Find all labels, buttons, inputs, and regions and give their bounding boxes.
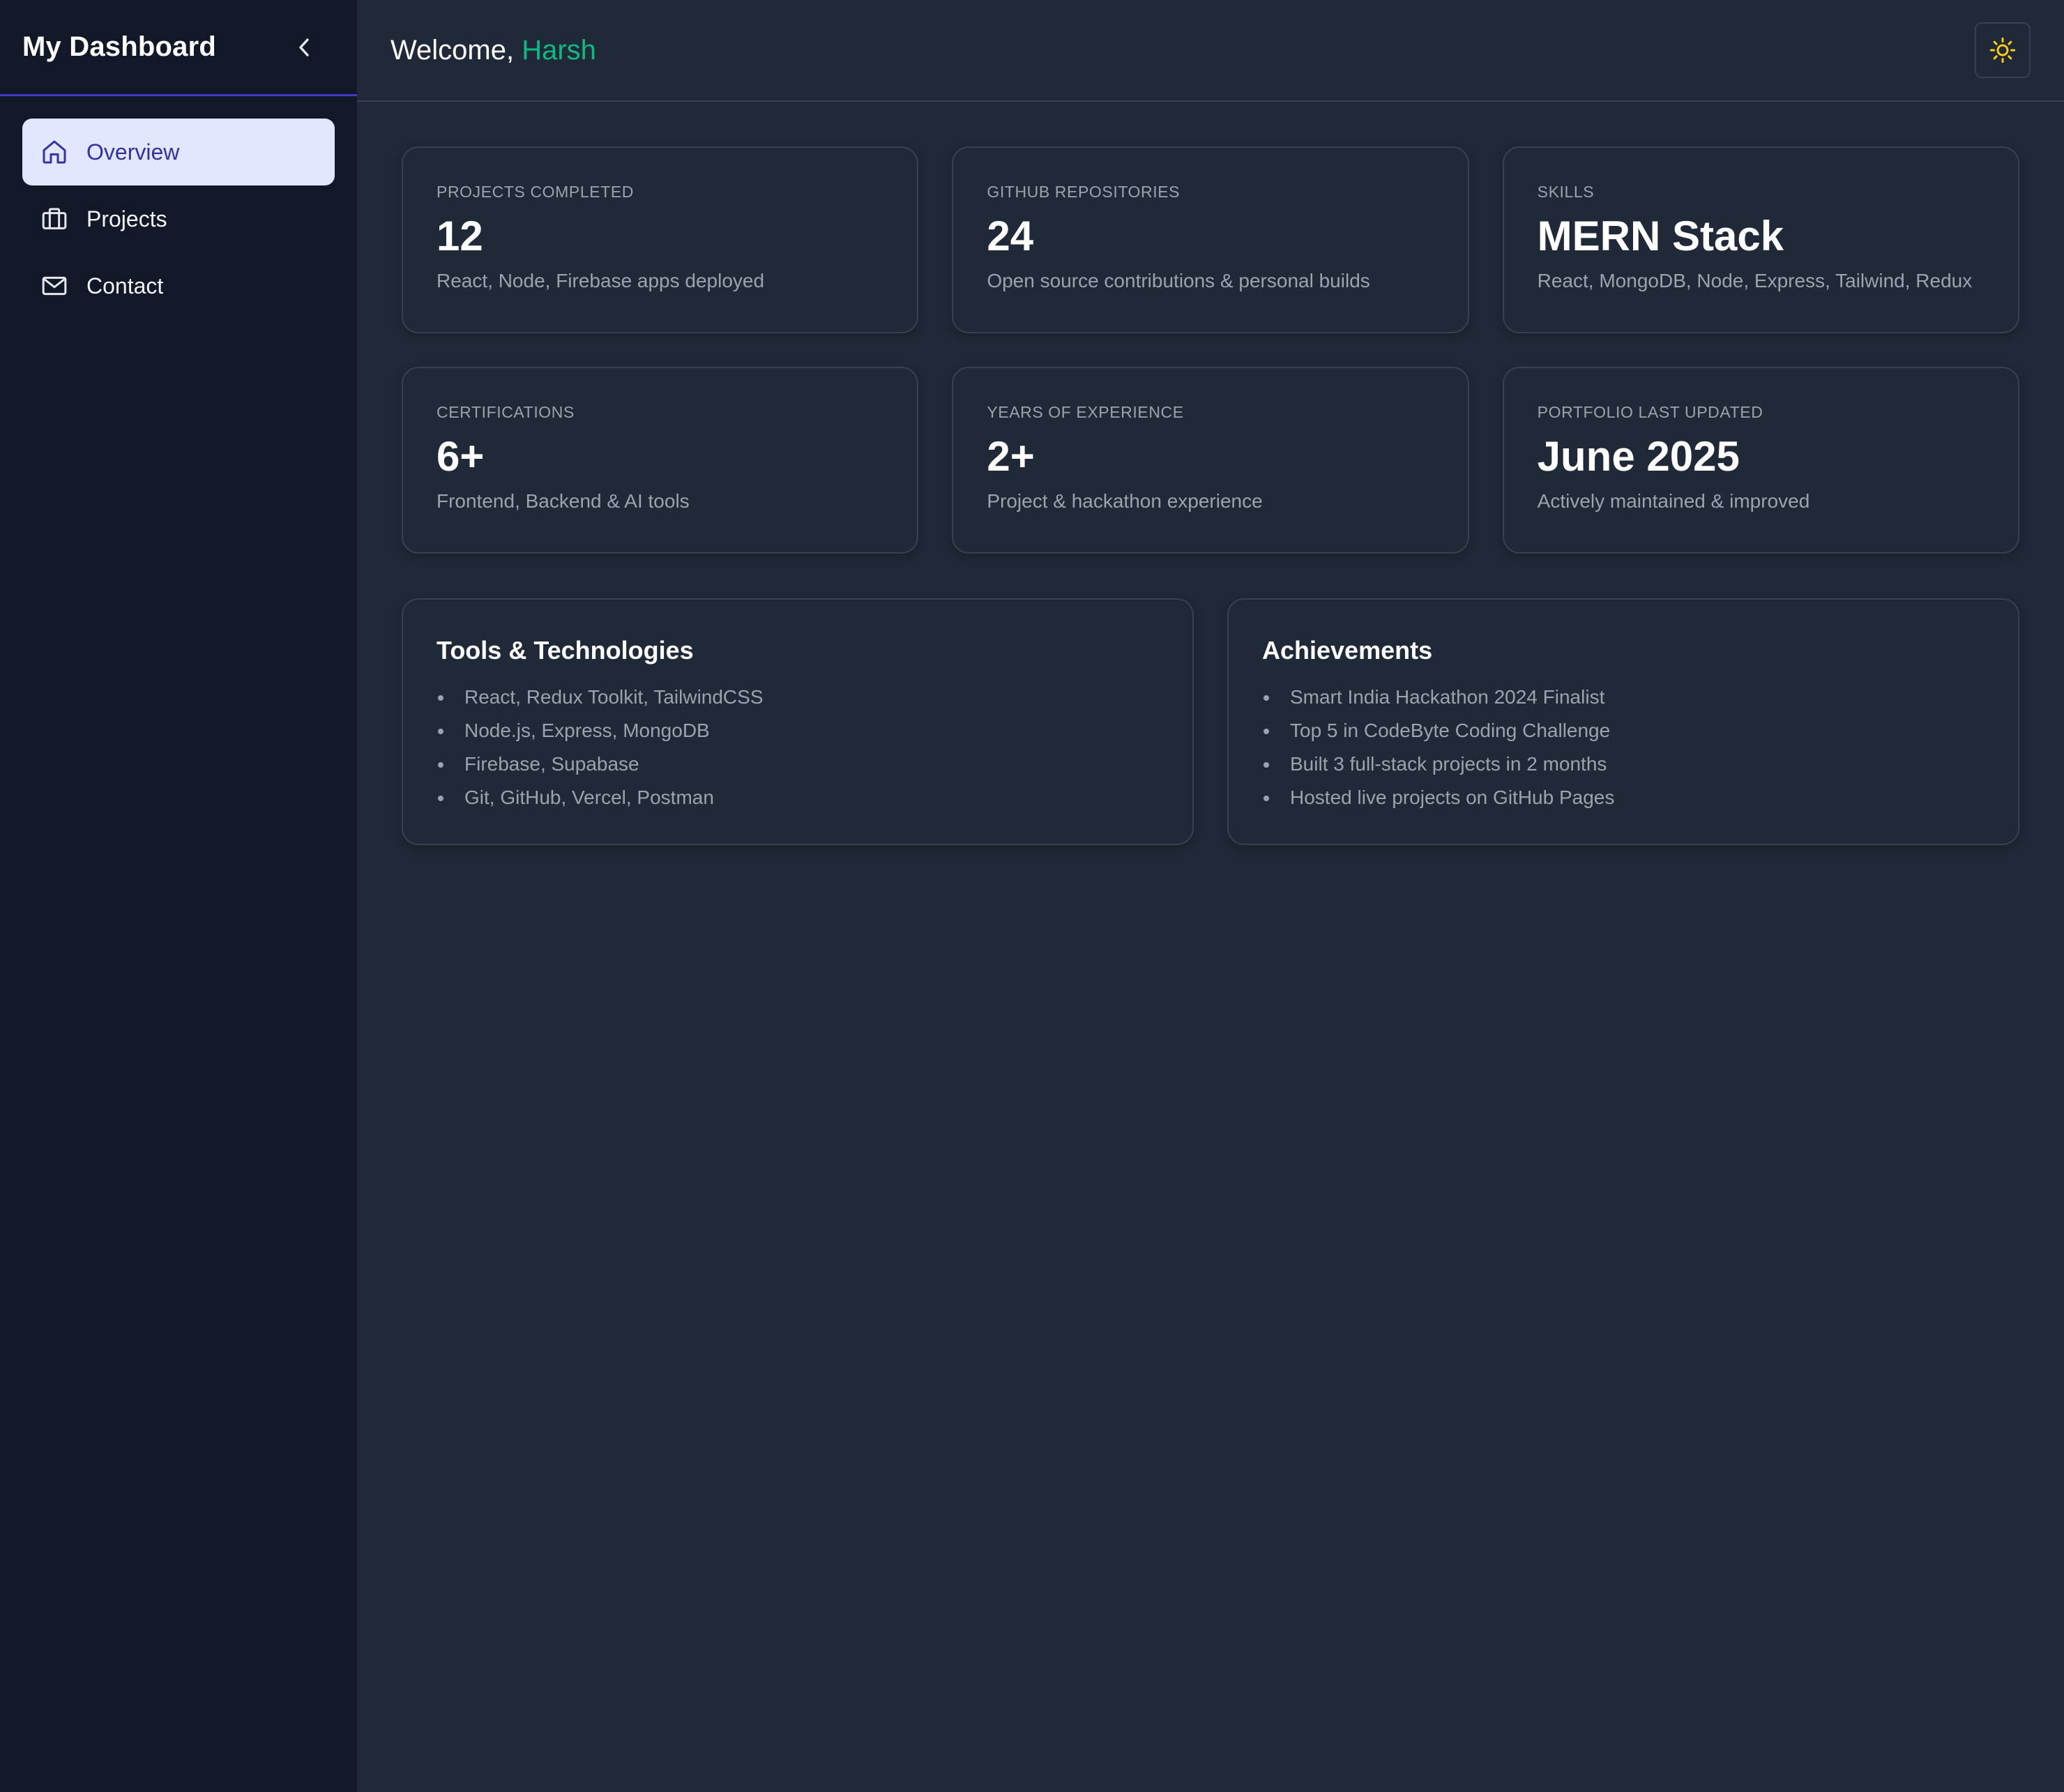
sidebar-item-label: Overview (86, 139, 180, 165)
stat-value: June 2025 (1537, 433, 1740, 480)
tools-list: React, Redux Toolkit, TailwindCSS Node.j… (437, 681, 1159, 814)
sidebar-item-label: Projects (86, 206, 167, 231)
panel-title: Achievements (1262, 636, 1433, 665)
app: My Dashboard Overview Projects Contact W… (0, 0, 2064, 1792)
info-panels: Tools & Technologies React, Redux Toolki… (402, 598, 2019, 845)
theme-toggle-button[interactable] (1975, 22, 2031, 78)
list-item: Node.js, Express, MongoDB (437, 714, 1159, 747)
collapse-sidebar-button[interactable] (287, 31, 321, 64)
dashboard-content: PROJECTS COMPLETED 12 React, Node, Fireb… (357, 102, 2064, 890)
stat-label: PROJECTS COMPLETED (437, 183, 635, 201)
briefcase-icon (39, 204, 70, 234)
stat-value: 6+ (437, 433, 485, 480)
list-item: Built 3 full-stack projects in 2 months (1262, 747, 1985, 781)
mail-icon (39, 271, 70, 301)
sidebar-item-label: Contact (86, 273, 164, 298)
home-icon (39, 137, 70, 167)
stat-label: SKILLS (1537, 183, 1595, 201)
stat-description: Project & hackathon experience (987, 490, 1263, 512)
tools-panel: Tools & Technologies React, Redux Toolki… (402, 598, 1194, 845)
stat-card-certifications: CERTIFICATIONS 6+ Frontend, Backend & AI… (402, 367, 919, 554)
stat-value: 2+ (987, 433, 1035, 480)
welcome-message: Welcome, Harsh (390, 35, 596, 66)
stat-description: React, MongoDB, Node, Express, Tailwind,… (1537, 270, 1973, 291)
sun-icon (1989, 37, 2016, 63)
dashboard-title: My Dashboard (22, 31, 217, 62)
main-area: Welcome, Harsh PROJECTS COMPLETED 12 Rea… (357, 0, 2064, 1792)
achievements-panel: Achievements Smart India Hackathon 2024 … (1227, 598, 2019, 845)
list-item: Firebase, Supabase (437, 747, 1159, 781)
stat-description: Frontend, Backend & AI tools (437, 490, 690, 512)
sidebar-item-contact[interactable]: Contact (22, 252, 335, 319)
stat-card-repositories: GITHUB REPOSITORIES 24 Open source contr… (952, 146, 1469, 333)
stat-value: MERN Stack (1537, 213, 1784, 259)
stat-card-skills: SKILLS MERN Stack React, MongoDB, Node, … (1502, 146, 2019, 333)
achievements-list: Smart India Hackathon 2024 Finalist Top … (1262, 681, 1985, 814)
list-item: React, Redux Toolkit, TailwindCSS (437, 681, 1159, 714)
stat-value: 24 (987, 213, 1034, 259)
sidebar-header: My Dashboard (0, 0, 357, 96)
stat-label: YEARS OF EXPERIENCE (987, 403, 1184, 421)
list-item: Smart India Hackathon 2024 Finalist (1262, 681, 1985, 714)
stat-value: 12 (437, 213, 483, 259)
stat-description: Actively maintained & improved (1537, 490, 1810, 512)
sidebar-item-overview[interactable]: Overview (22, 119, 335, 185)
panel-title: Tools & Technologies (437, 636, 694, 665)
stat-description: Open source contributions & personal bui… (987, 270, 1370, 291)
list-item: Top 5 in CodeByte Coding Challenge (1262, 714, 1985, 747)
list-item: Git, GitHub, Vercel, Postman (437, 781, 1159, 814)
top-bar: Welcome, Harsh (357, 0, 2064, 102)
stats-grid: PROJECTS COMPLETED 12 React, Node, Fireb… (402, 146, 2019, 554)
stat-card-last-updated: PORTFOLIO LAST UPDATED June 2025 Activel… (1502, 367, 2019, 554)
sidebar-item-projects[interactable]: Projects (22, 185, 335, 252)
stat-description: React, Node, Firebase apps deployed (437, 270, 765, 291)
sidebar: My Dashboard Overview Projects Contact (0, 0, 357, 1792)
stat-card-projects: PROJECTS COMPLETED 12 React, Node, Fireb… (402, 146, 919, 333)
stat-label: CERTIFICATIONS (437, 403, 575, 421)
stat-label: GITHUB REPOSITORIES (987, 183, 1181, 201)
user-name: Harsh (522, 34, 596, 66)
list-item: Hosted live projects on GitHub Pages (1262, 781, 1985, 814)
sidebar-nav: Overview Projects Contact (0, 96, 357, 342)
chevron-left-icon (299, 38, 309, 56)
greeting-text: Welcome, (390, 34, 515, 66)
stat-label: PORTFOLIO LAST UPDATED (1537, 403, 1763, 421)
stat-card-experience: YEARS OF EXPERIENCE 2+ Project & hackath… (952, 367, 1469, 554)
